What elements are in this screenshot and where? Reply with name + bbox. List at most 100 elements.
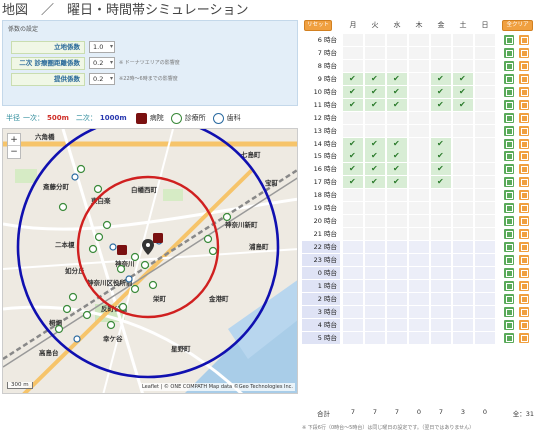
day-cell[interactable]	[387, 150, 407, 163]
day-cell[interactable]	[475, 34, 495, 46]
day-cell[interactable]	[475, 59, 495, 72]
day-cell[interactable]	[343, 163, 363, 176]
day-cell[interactable]	[365, 176, 385, 189]
day-cell[interactable]	[343, 318, 363, 331]
row-clear-button[interactable]	[519, 254, 529, 265]
day-cell[interactable]	[475, 189, 495, 202]
day-cell[interactable]	[453, 111, 473, 124]
row-select-all-button[interactable]	[504, 99, 514, 110]
clinic-marker[interactable]	[222, 212, 232, 222]
day-cell[interactable]	[365, 305, 385, 318]
day-cell[interactable]	[343, 241, 363, 253]
row-clear-button[interactable]	[519, 73, 529, 84]
row-select-all-button[interactable]	[504, 242, 514, 252]
day-cell[interactable]	[409, 189, 429, 202]
day-cell[interactable]	[387, 318, 407, 331]
day-cell[interactable]	[409, 150, 429, 163]
day-cell[interactable]	[431, 279, 451, 292]
day-cell[interactable]	[431, 241, 451, 253]
day-cell[interactable]	[431, 305, 451, 318]
day-cell[interactable]	[365, 228, 385, 241]
day-cell[interactable]	[431, 163, 451, 176]
day-cell[interactable]	[409, 72, 429, 85]
day-cell[interactable]	[453, 46, 473, 59]
day-cell[interactable]	[343, 59, 363, 72]
day-cell[interactable]	[475, 266, 495, 279]
row-clear-button[interactable]	[519, 177, 529, 188]
day-cell[interactable]	[343, 85, 363, 98]
clinic-marker[interactable]	[58, 202, 68, 212]
day-cell[interactable]	[431, 318, 451, 331]
day-cell[interactable]	[475, 253, 495, 266]
clinic-marker[interactable]	[88, 244, 98, 254]
row-clear-button[interactable]	[519, 319, 529, 330]
row-select-all-button[interactable]	[504, 138, 514, 149]
day-cell[interactable]	[387, 202, 407, 215]
day-cell[interactable]	[387, 176, 407, 189]
day-cell[interactable]	[453, 98, 473, 111]
day-cell[interactable]	[387, 72, 407, 85]
day-cell[interactable]	[409, 34, 429, 46]
day-cell[interactable]	[453, 202, 473, 215]
day-cell[interactable]	[409, 111, 429, 124]
day-cell[interactable]	[409, 163, 429, 176]
day-cell[interactable]	[453, 137, 473, 150]
day-cell[interactable]	[453, 150, 473, 163]
day-cell[interactable]	[431, 176, 451, 189]
day-cell[interactable]	[409, 98, 429, 111]
row-select-all-button[interactable]	[504, 293, 514, 304]
day-cell[interactable]	[431, 111, 451, 124]
day-cell[interactable]	[365, 163, 385, 176]
day-cell[interactable]	[453, 163, 473, 176]
clinic-marker[interactable]	[208, 246, 218, 256]
day-cell[interactable]	[431, 137, 451, 150]
row-select-all-button[interactable]	[504, 151, 514, 162]
row-select-all-button[interactable]	[504, 280, 514, 291]
zoom-in-button[interactable]: +	[8, 134, 20, 146]
row-clear-button[interactable]	[519, 60, 529, 71]
day-cell[interactable]	[343, 111, 363, 124]
day-cell[interactable]	[365, 253, 385, 266]
day-cell[interactable]	[343, 150, 363, 163]
day-cell[interactable]	[409, 241, 429, 253]
day-cell[interactable]	[409, 202, 429, 215]
day-cell[interactable]	[387, 124, 407, 137]
day-cell[interactable]	[409, 228, 429, 241]
day-cell[interactable]	[453, 215, 473, 228]
day-cell[interactable]	[409, 253, 429, 266]
day-cell[interactable]	[431, 34, 451, 46]
day-cell[interactable]	[475, 176, 495, 189]
row-clear-button[interactable]	[519, 47, 529, 58]
day-cell[interactable]	[365, 215, 385, 228]
day-cell[interactable]	[365, 46, 385, 59]
day-cell[interactable]	[387, 163, 407, 176]
day-cell[interactable]	[453, 253, 473, 266]
row-clear-button[interactable]	[519, 280, 529, 291]
row-select-all-button[interactable]	[504, 267, 514, 278]
day-cell[interactable]	[475, 202, 495, 215]
day-cell[interactable]	[431, 124, 451, 137]
clinic-marker[interactable]	[140, 260, 150, 270]
day-cell[interactable]	[365, 124, 385, 137]
row-select-all-button[interactable]	[504, 164, 514, 175]
hospital-marker[interactable]	[117, 245, 127, 255]
day-cell[interactable]	[409, 292, 429, 305]
day-cell[interactable]	[343, 72, 363, 85]
row-clear-button[interactable]	[519, 332, 529, 343]
clinic-marker[interactable]	[68, 292, 78, 302]
day-cell[interactable]	[475, 292, 495, 305]
day-cell[interactable]	[475, 150, 495, 163]
day-cell[interactable]	[453, 189, 473, 202]
day-cell[interactable]	[387, 305, 407, 318]
day-cell[interactable]	[387, 228, 407, 241]
day-cell[interactable]	[343, 228, 363, 241]
distance-factor-select[interactable]: 0.2	[89, 57, 115, 69]
day-cell[interactable]	[365, 98, 385, 111]
day-cell[interactable]	[387, 241, 407, 253]
day-cell[interactable]	[409, 318, 429, 331]
day-cell[interactable]	[431, 189, 451, 202]
day-cell[interactable]	[475, 137, 495, 150]
clinic-marker[interactable]	[102, 220, 112, 230]
day-cell[interactable]	[365, 137, 385, 150]
day-cell[interactable]	[409, 279, 429, 292]
